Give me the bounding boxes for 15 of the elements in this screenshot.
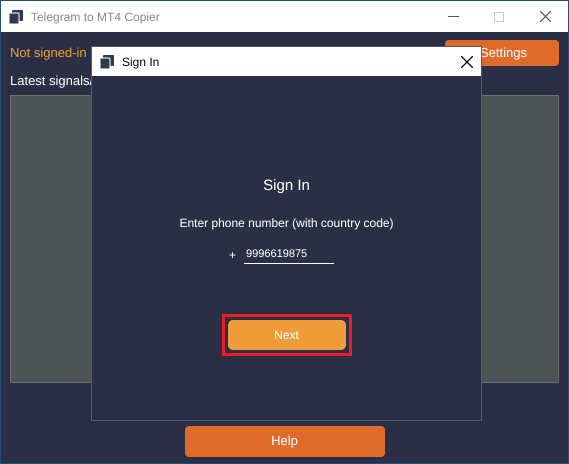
close-icon[interactable] [540,11,550,22]
app-icon [9,10,23,24]
minimize-icon[interactable] [448,16,458,17]
window-title: Telegram to MT4 Copier [31,8,161,26]
help-button[interactable]: Help [184,426,384,456]
close-icon[interactable] [461,56,473,68]
phone-input[interactable]: 9996619875 [244,246,334,264]
sign-in-status: Not signed-in [10,44,87,62]
signals-label: Latest signals/ [10,73,94,88]
dialog-title: Sign In [122,54,160,70]
plus-prefix: + [228,246,236,264]
phone-prompt: Enter phone number (with country code) [179,214,394,232]
app-icon [100,54,114,68]
next-button[interactable]: Next [228,320,346,350]
dialog-heading: Sign In [263,176,310,196]
